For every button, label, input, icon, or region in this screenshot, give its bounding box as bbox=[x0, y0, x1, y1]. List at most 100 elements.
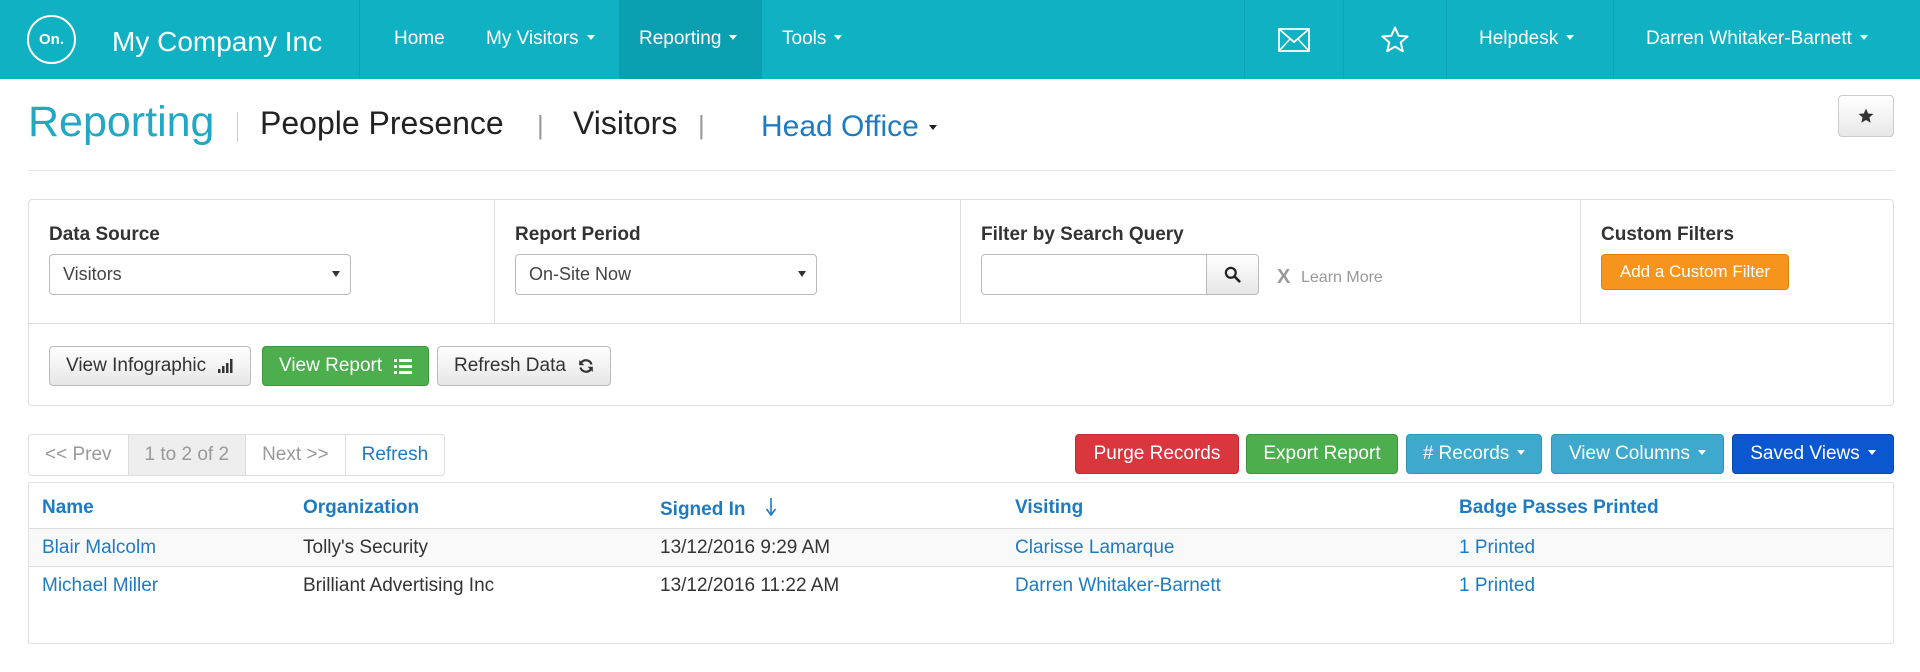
view-columns-label: View Columns bbox=[1568, 443, 1691, 464]
visitor-name-link[interactable]: Michael Miller bbox=[42, 567, 158, 604]
badge-printed-link[interactable]: 1 Printed bbox=[1459, 567, 1535, 604]
custom-filters-label: Custom Filters bbox=[1601, 224, 1735, 245]
data-source-select[interactable]: Visitors bbox=[49, 254, 351, 295]
visitor-name-link[interactable]: Blair Malcolm bbox=[42, 529, 156, 566]
nav-tools[interactable]: Tools bbox=[782, 0, 843, 79]
chevron-down-icon bbox=[729, 35, 738, 41]
top-navbar: On. My Company Inc Home My Visitors Repo… bbox=[0, 0, 1920, 79]
column-header-signed-in-label: Signed In bbox=[660, 499, 746, 521]
tab-people-presence[interactable]: People Presence bbox=[260, 105, 504, 142]
nav-home[interactable]: Home bbox=[394, 0, 445, 79]
refresh-link[interactable]: Refresh bbox=[346, 435, 445, 475]
filter-panel: Data Source Visitors Report Period On-Si… bbox=[28, 199, 1894, 406]
crumb-separator: | bbox=[537, 110, 544, 140]
data-source-value: Visitors bbox=[63, 264, 122, 284]
envelope-icon bbox=[1278, 27, 1310, 52]
nav-helpdesk-label: Helpdesk bbox=[1479, 28, 1559, 49]
nav-home-label: Home bbox=[394, 28, 445, 49]
report-period-label: Report Period bbox=[515, 224, 641, 245]
chevron-down-icon bbox=[1517, 450, 1526, 456]
company-name: My Company Inc bbox=[112, 26, 323, 57]
custom-filters-cell: Custom Filters Add a Custom Filter bbox=[1581, 200, 1893, 324]
add-custom-filter-button[interactable]: Add a Custom Filter bbox=[1601, 254, 1789, 290]
saved-views-dropdown[interactable]: Saved Views bbox=[1732, 434, 1894, 474]
view-infographic-button[interactable]: View Infographic bbox=[49, 346, 252, 386]
nav-my-visitors-label: My Visitors bbox=[486, 28, 579, 49]
prev-page-button[interactable]: << Prev bbox=[29, 435, 129, 475]
records-count-label: # Records bbox=[1422, 443, 1510, 464]
crumb-separator: | bbox=[698, 110, 705, 140]
search-button[interactable] bbox=[1206, 254, 1259, 295]
refresh-data-button[interactable]: Refresh Data bbox=[437, 346, 611, 386]
view-report-button[interactable]: View Report bbox=[262, 346, 430, 386]
visiting-host-link[interactable]: Darren Whitaker-Barnett bbox=[1015, 567, 1221, 604]
table-row: Michael Miller Brilliant Advertising Inc… bbox=[29, 566, 1893, 604]
column-header-visiting[interactable]: Visiting bbox=[1015, 497, 1083, 519]
chevron-down-icon bbox=[1698, 450, 1707, 456]
nav-helpdesk[interactable]: Helpdesk bbox=[1479, 0, 1575, 79]
location-label: Head Office bbox=[761, 110, 919, 143]
view-report-label: View Report bbox=[279, 355, 383, 376]
badge-printed-link[interactable]: 1 Printed bbox=[1459, 529, 1535, 566]
dropdown-arrow-icon bbox=[798, 271, 806, 277]
messages-button[interactable] bbox=[1245, 0, 1343, 79]
star-icon bbox=[1858, 108, 1874, 123]
nav-reporting[interactable]: Reporting bbox=[619, 0, 762, 79]
title-divider bbox=[237, 112, 238, 142]
visitors-table: Name Organization Signed In Visiting Bad… bbox=[28, 482, 1894, 644]
view-columns-dropdown[interactable]: View Columns bbox=[1551, 434, 1724, 474]
data-source-cell: Data Source Visitors bbox=[29, 200, 495, 324]
search-icon bbox=[1224, 266, 1241, 283]
visitor-signed-in: 13/12/2016 11:22 AM bbox=[660, 575, 840, 596]
column-header-signed-in[interactable]: Signed In bbox=[660, 497, 777, 523]
report-period-cell: Report Period On-Site Now bbox=[495, 200, 961, 324]
view-infographic-label: View Infographic bbox=[66, 355, 207, 376]
export-report-button[interactable]: Export Report bbox=[1246, 434, 1398, 474]
filter-row: Data Source Visitors Report Period On-Si… bbox=[29, 200, 1893, 324]
search-input[interactable] bbox=[981, 254, 1207, 295]
dropdown-arrow-icon bbox=[332, 271, 340, 277]
column-header-badge-passes[interactable]: Badge Passes Printed bbox=[1459, 497, 1659, 519]
brand[interactable]: On. My Company Inc bbox=[0, 0, 360, 79]
refresh-icon bbox=[578, 358, 594, 374]
star-icon bbox=[1381, 26, 1409, 52]
nav-user-name: Darren Whitaker-Barnett bbox=[1646, 28, 1852, 49]
nav-tools-label: Tools bbox=[782, 28, 827, 49]
column-header-name[interactable]: Name bbox=[42, 497, 94, 519]
chevron-down-icon bbox=[1566, 35, 1575, 41]
report-period-select[interactable]: On-Site Now bbox=[515, 254, 817, 295]
visitor-signed-in: 13/12/2016 9:29 AM bbox=[660, 537, 831, 558]
favorites-button[interactable] bbox=[1344, 0, 1446, 79]
page-title: Reporting bbox=[28, 98, 215, 146]
bookmark-button[interactable] bbox=[1838, 95, 1894, 137]
chevron-down-icon bbox=[928, 124, 937, 130]
report-period-value: On-Site Now bbox=[529, 264, 632, 284]
nav-my-visitors[interactable]: My Visitors bbox=[486, 0, 595, 79]
page-range: 1 to 2 of 2 bbox=[128, 435, 247, 475]
refresh-data-label: Refresh Data bbox=[454, 355, 566, 376]
header-divider bbox=[28, 170, 1894, 171]
chevron-down-icon bbox=[1867, 450, 1876, 456]
records-count-dropdown[interactable]: # Records bbox=[1406, 434, 1542, 474]
pagination: << Prev 1 to 2 of 2 Next >> Refresh bbox=[28, 434, 446, 476]
location-dropdown[interactable]: Head Office bbox=[761, 110, 937, 144]
clear-search-icon[interactable]: X bbox=[1277, 266, 1290, 289]
logo-icon: On. bbox=[27, 15, 76, 64]
purge-records-button[interactable]: Purge Records bbox=[1075, 434, 1239, 474]
nav-divider bbox=[1613, 0, 1614, 79]
nav-user-menu[interactable]: Darren Whitaker-Barnett bbox=[1646, 0, 1868, 79]
signal-bars-icon bbox=[218, 359, 234, 373]
saved-views-label: Saved Views bbox=[1750, 443, 1860, 464]
learn-more-link[interactable]: Learn More bbox=[1301, 269, 1383, 287]
column-header-organization[interactable]: Organization bbox=[303, 497, 419, 519]
tab-visitors[interactable]: Visitors bbox=[573, 105, 677, 142]
visitor-organization: Brilliant Advertising Inc bbox=[303, 575, 495, 596]
nav-reporting-label: Reporting bbox=[639, 28, 722, 49]
visiting-host-link[interactable]: Clarisse Lamarque bbox=[1015, 529, 1174, 566]
next-page-button[interactable]: Next >> bbox=[246, 435, 346, 475]
search-query-label: Filter by Search Query bbox=[981, 224, 1184, 245]
chevron-down-icon bbox=[586, 35, 595, 41]
visitor-organization: Tolly's Security bbox=[303, 537, 429, 558]
chevron-down-icon bbox=[834, 35, 843, 41]
nav-divider bbox=[1446, 0, 1447, 79]
